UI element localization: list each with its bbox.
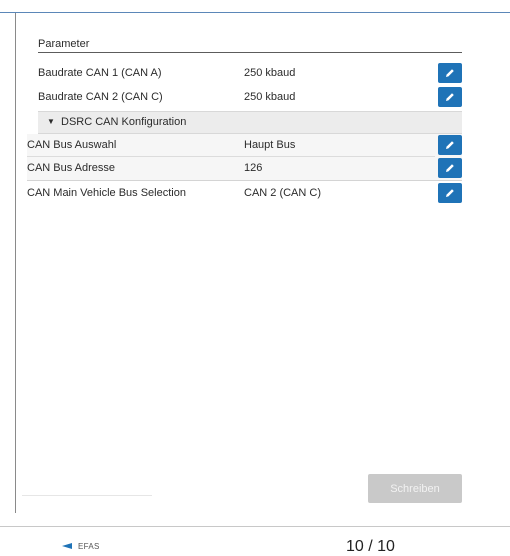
param-label: CAN Main Vehicle Bus Selection xyxy=(27,187,186,199)
section-header-dsrc-can[interactable]: ▼ DSRC CAN Konfiguration xyxy=(38,111,462,134)
param-value: 126 xyxy=(244,162,263,174)
edit-button-baudrate-can1[interactable] xyxy=(438,63,462,83)
edit-button-can-bus-auswahl[interactable] xyxy=(438,135,462,155)
section-title: DSRC CAN Konfiguration xyxy=(61,116,187,128)
param-value: 250 kbaud xyxy=(244,67,296,79)
triangle-down-icon: ▼ xyxy=(47,117,55,126)
param-row-baudrate-can1: Baudrate CAN 1 (CAN A) 250 kbaud xyxy=(38,63,462,84)
param-row-can-bus-auswahl: CAN Bus Auswahl Haupt Bus xyxy=(27,135,462,156)
param-value: Haupt Bus xyxy=(244,139,296,151)
param-label: CAN Bus Auswahl xyxy=(27,139,117,151)
parameter-header-label: Parameter xyxy=(38,38,90,50)
param-row-can-bus-adresse: CAN Bus Adresse 126 xyxy=(27,158,462,179)
page-indicator: 10 / 10 xyxy=(346,538,395,555)
param-value: 250 kbaud xyxy=(244,91,296,103)
write-button[interactable]: Schreiben xyxy=(368,474,462,503)
footer-brand: EFAS xyxy=(78,542,100,551)
efas-logo-icon xyxy=(62,543,72,549)
panel-left-border xyxy=(15,13,16,513)
pencil-icon xyxy=(446,69,454,77)
footer-divider xyxy=(0,526,510,527)
section-row-divider xyxy=(27,156,435,157)
param-label: CAN Bus Adresse xyxy=(27,162,116,174)
param-label: Baudrate CAN 2 (CAN C) xyxy=(38,91,163,103)
pencil-icon xyxy=(446,189,454,197)
param-row-baudrate-can2: Baudrate CAN 2 (CAN C) 250 kbaud xyxy=(38,87,462,108)
top-divider xyxy=(0,12,510,13)
param-value: CAN 2 (CAN C) xyxy=(244,187,322,199)
pencil-icon xyxy=(446,93,454,101)
edit-button-can-bus-adresse[interactable] xyxy=(438,158,462,178)
param-label: Baudrate CAN 1 (CAN A) xyxy=(38,67,162,79)
pencil-icon xyxy=(446,141,454,149)
panel-bottom-fade xyxy=(22,495,152,496)
edit-button-baudrate-can2[interactable] xyxy=(438,87,462,107)
param-row-can-main-vehicle-bus: CAN Main Vehicle Bus Selection CAN 2 (CA… xyxy=(27,183,462,204)
parameter-header: Parameter xyxy=(38,38,462,53)
edit-button-can-main-vehicle-bus[interactable] xyxy=(438,183,462,203)
pencil-icon xyxy=(446,164,454,172)
